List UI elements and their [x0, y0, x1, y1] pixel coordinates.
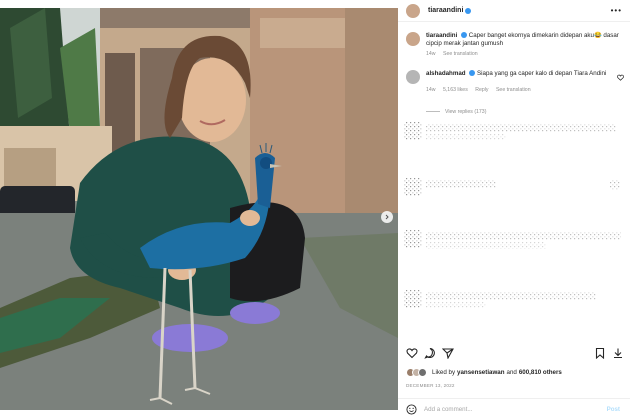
comment-text: alshadahmad Siapa yang ga caper kalo di … [426, 70, 624, 78]
caption-text: tiaraandini Caper banget ekornya dimekar… [426, 32, 624, 48]
instagram-post-viewer: tiaraandini ••• tiaraandini Caper banget… [0, 0, 630, 420]
liker-avatars [406, 368, 428, 377]
comment-avatar[interactable] [406, 70, 420, 84]
author-avatar[interactable] [406, 3, 420, 18]
comment-input[interactable] [424, 406, 574, 413]
add-comment-bar: Post [398, 398, 630, 420]
likes-summary: Liked by yansensetiawan and 600,810 othe… [406, 368, 562, 377]
comment-author[interactable]: alshadahmad [426, 70, 466, 77]
post-photo[interactable] [0, 8, 398, 410]
verified-badge-icon [461, 32, 468, 39]
photo-illustration [0, 8, 398, 410]
caption-author[interactable]: tiaraandini [426, 32, 457, 39]
comment-likes[interactable]: 5,163 likes [443, 87, 468, 93]
post-header: tiaraandini ••• [398, 0, 630, 22]
likes-prefix: Liked by [432, 369, 456, 376]
next-photo-button[interactable] [381, 211, 393, 223]
action-bar [404, 347, 626, 361]
comment-body: Siapa yang ga caper kalo di depan Tiara … [477, 70, 607, 77]
post-side-panel: tiaraandini ••• tiaraandini Caper banget… [398, 0, 630, 420]
heart-icon[interactable] [406, 347, 418, 359]
likes-and: and [506, 369, 517, 376]
caption-block: tiaraandini Caper banget ekornya dimekar… [406, 32, 624, 57]
bookmark-icon[interactable] [594, 347, 606, 359]
download-icon[interactable] [612, 347, 624, 359]
view-replies-link[interactable]: View replies (173) [426, 109, 486, 115]
chevron-right-icon [385, 214, 389, 220]
likes-count[interactable]: 600,810 others [519, 369, 562, 376]
verified-badge-icon [465, 7, 472, 14]
caption-age: 14w [426, 51, 436, 57]
author-username[interactable]: tiaraandini [428, 7, 463, 14]
likes-user[interactable]: yansensetiawan [457, 369, 504, 376]
more-dots-icon[interactable]: ••• [611, 6, 622, 15]
comment-reply[interactable]: Reply [475, 87, 488, 93]
comment-icon[interactable] [424, 347, 436, 359]
share-icon[interactable] [442, 347, 454, 359]
post-date: DECEMBER 13, 2022 [406, 383, 455, 388]
verified-badge-icon [469, 70, 476, 77]
post-comment-button[interactable]: Post [607, 406, 620, 413]
emoji-icon[interactable] [406, 404, 417, 415]
caption-meta: 14w See translation [426, 51, 624, 57]
caption-see-translation[interactable]: See translation [443, 51, 478, 57]
redacted-comments [404, 122, 621, 308]
comment-age: 14w [426, 87, 436, 93]
comment-meta: 14w 5,163 likes Reply See translation [426, 87, 624, 93]
heart-icon[interactable] [617, 74, 624, 81]
caption-avatar[interactable] [406, 32, 420, 46]
comment-item: alshadahmad Siapa yang ga caper kalo di … [406, 70, 624, 93]
comment-see-translation[interactable]: See translation [496, 87, 531, 93]
